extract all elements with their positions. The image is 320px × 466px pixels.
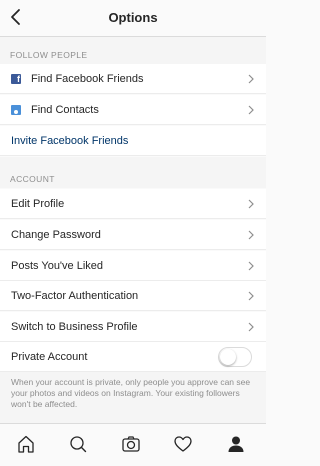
toggle-knob [220,349,236,365]
find-contacts-row[interactable]: Find Contacts [0,95,266,125]
chevron-right-icon [248,291,254,301]
row-label: Edit Profile [11,198,65,210]
business-profile-row[interactable]: Switch to Business Profile [0,312,266,342]
edit-profile-row[interactable]: Edit Profile [0,189,266,219]
row-label: Find Contacts [31,104,99,116]
posts-liked-row[interactable]: Posts You've Liked [0,251,266,281]
change-password-row[interactable]: Change Password [0,220,266,250]
facebook-icon: f [11,74,21,84]
find-facebook-friends-row[interactable]: f Find Facebook Friends [0,64,266,94]
private-account-note: When your account is private, only peopl… [11,377,251,409]
home-icon[interactable] [15,433,37,455]
two-factor-row[interactable]: Two-Factor Authentication [0,281,266,311]
chevron-right-icon [248,199,254,209]
invite-facebook-friends-row[interactable]: Invite Facebook Friends [0,126,266,156]
camera-icon[interactable] [120,433,142,455]
top-bar: Options [0,0,266,37]
search-icon[interactable] [67,433,89,455]
invite-facebook-friends-link[interactable]: Invite Facebook Friends [11,135,128,147]
row-label: Change Password [11,229,101,241]
chevron-right-icon [248,105,254,115]
chevron-right-icon [248,322,254,332]
row-label: Posts You've Liked [11,260,104,272]
chevron-right-icon [248,261,254,271]
bottom-tab-bar [0,423,266,466]
chevron-right-icon [248,74,254,84]
chevron-right-icon [248,230,254,240]
contacts-icon [11,105,21,115]
profile-icon[interactable] [225,433,247,455]
row-label: Two-Factor Authentication [11,290,139,302]
row-label: Switch to Business Profile [11,321,138,333]
heart-icon[interactable] [172,433,194,455]
private-account-toggle[interactable] [218,347,252,367]
row-label: Private Account [11,351,88,363]
account-section-header: ACCOUNT [10,174,55,184]
follow-section-header: FOLLOW PEOPLE [10,50,88,60]
page-title: Options [108,10,158,25]
private-account-row: Private Account [0,342,266,372]
row-label: Find Facebook Friends [31,73,144,85]
